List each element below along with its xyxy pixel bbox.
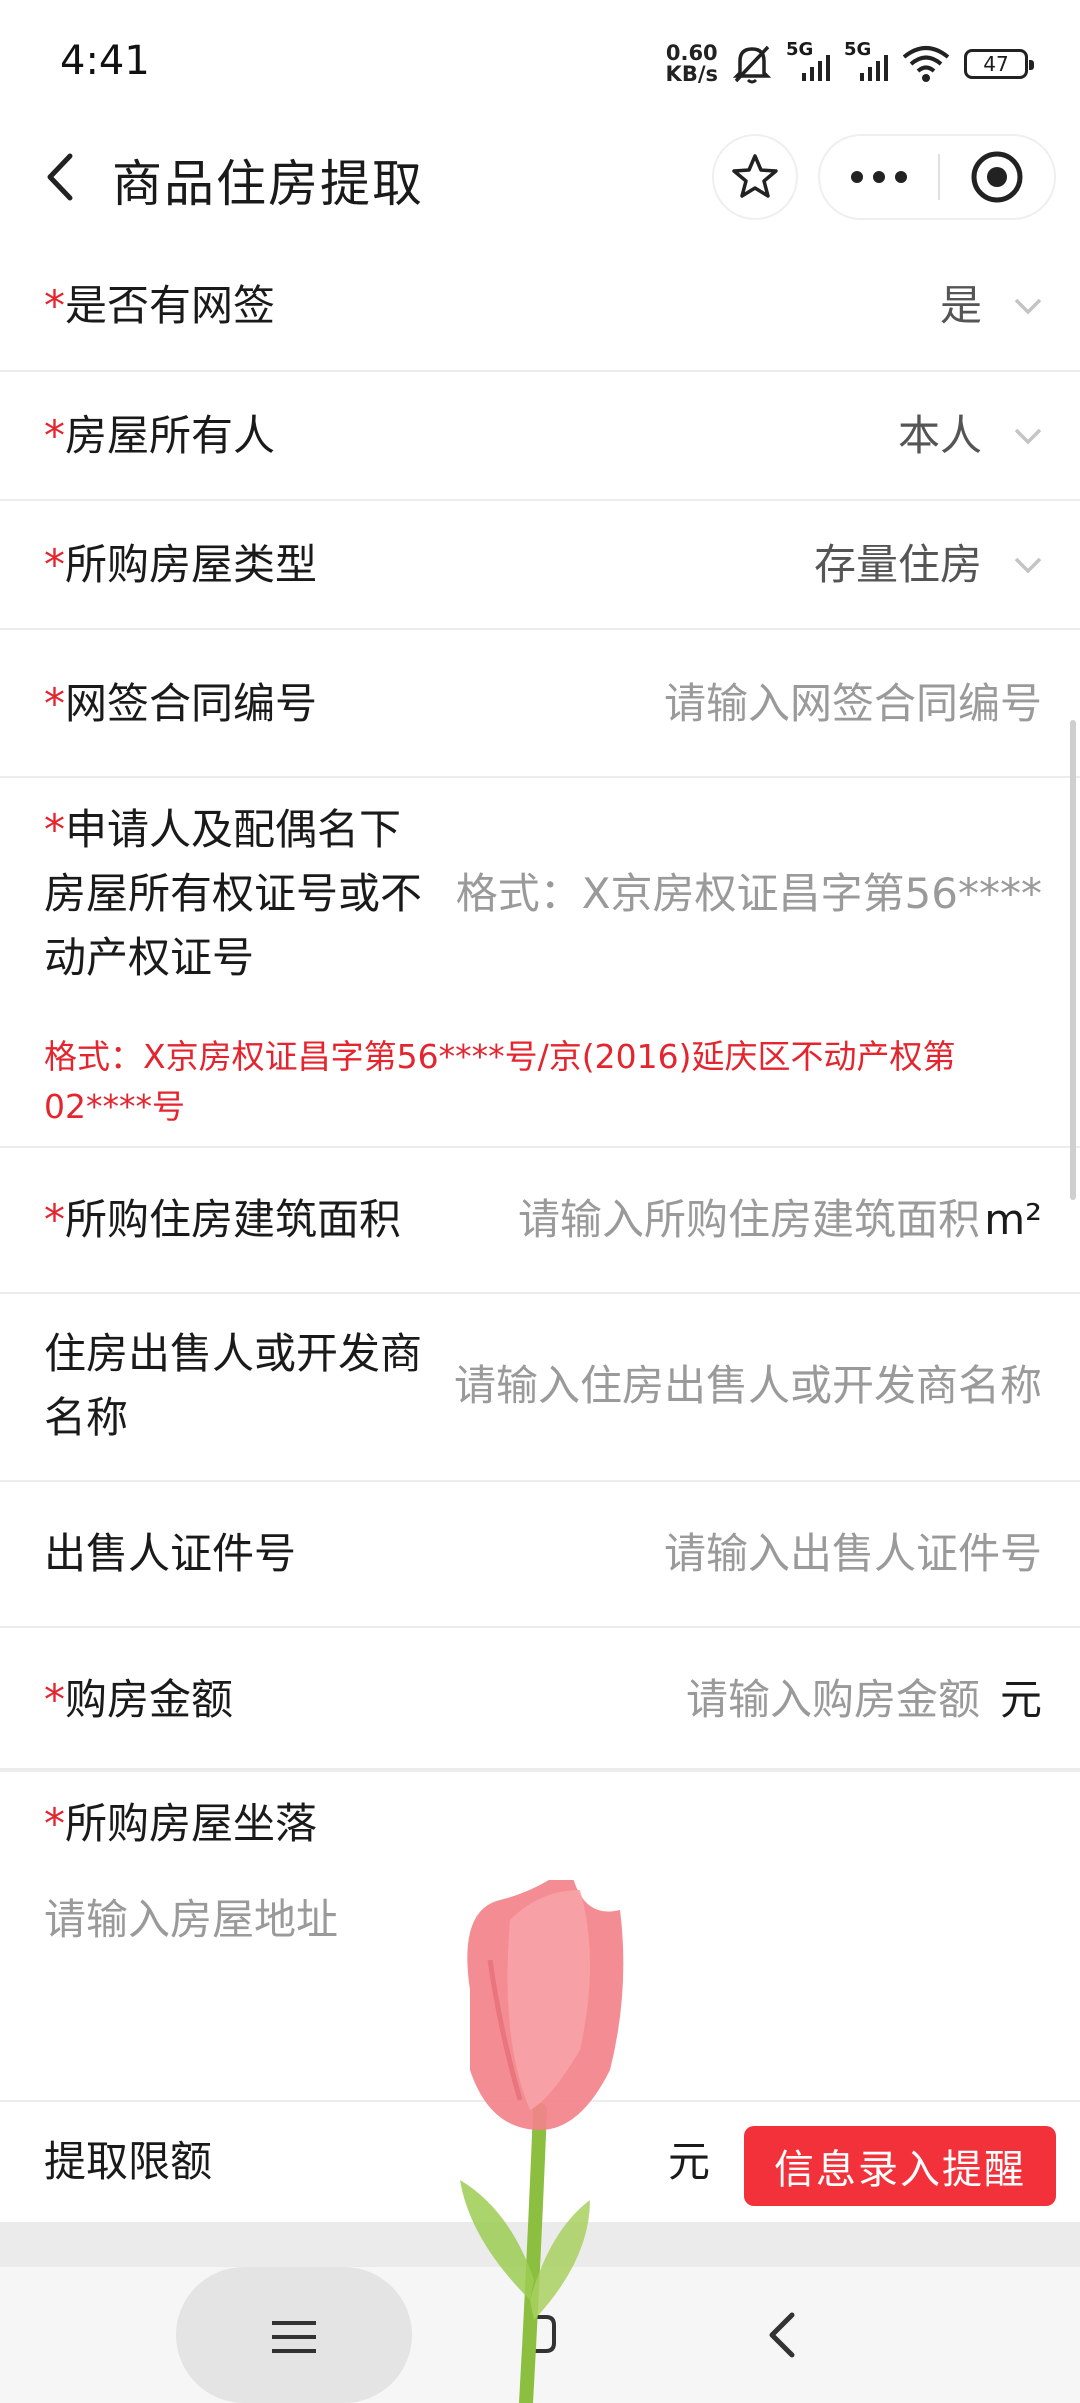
area-label-text: 所购住房建筑面积 <box>65 1195 402 1244</box>
area-unit: m² <box>984 1195 1042 1244</box>
house-type-row[interactable]: *所购房屋类型 存量住房 <box>0 501 1080 630</box>
required-mark: * <box>44 805 65 854</box>
address-label: *所购房屋坐落 <box>44 1792 317 1856</box>
amount-unit: 元 <box>999 1675 1042 1724</box>
contract-no-label-text: 网签合同编号 <box>65 679 318 728</box>
area-input[interactable]: 请输入所购住房建筑面积 <box>518 1188 980 1252</box>
property-cert-label-line1: 申请人及配偶名下 <box>65 805 402 854</box>
star-icon <box>732 154 778 198</box>
back-nav-icon[interactable] <box>762 2309 802 2361</box>
wifi-icon <box>902 46 950 82</box>
scrollbar[interactable] <box>1070 720 1076 1200</box>
property-cert-format-hint: 格式：X京房权证昌字第56****号/京(2016)延庆区不动产权第02****… <box>44 1037 956 1126</box>
house-type-label-text: 所购房屋类型 <box>65 540 318 589</box>
required-mark: * <box>44 540 65 589</box>
favorite-button[interactable] <box>712 134 798 220</box>
property-cert-row: *申请人及配偶名下 房屋所有权证号或不 动产权证号 格式：X京房权证昌字第56*… <box>0 778 1080 1148</box>
page-title: 商品住房提取 <box>112 155 424 213</box>
menu-button[interactable] <box>176 2267 412 2403</box>
status-time: 4:41 <box>60 38 150 84</box>
property-cert-label: *申请人及配偶名下 房屋所有权证号或不 动产权证号 <box>44 798 422 990</box>
required-mark: * <box>44 1799 65 1848</box>
contract-no-input[interactable]: 请输入网签合同编号 <box>664 672 1042 736</box>
system-nav-bar <box>0 2267 1080 2403</box>
address-label-text: 所购房屋坐落 <box>65 1799 318 1848</box>
property-cert-label-line2: 房屋所有权证号或不 <box>44 869 423 918</box>
owner-row[interactable]: *房屋所有人 本人 <box>0 372 1080 501</box>
amount-label: *购房金额 <box>44 1668 233 1732</box>
signal-1-tag: 5G <box>786 39 814 60</box>
close-mini-program-button[interactable] <box>940 136 1054 218</box>
online-sign-value[interactable]: 是 <box>940 274 982 338</box>
back-icon[interactable] <box>28 142 98 212</box>
target-icon <box>971 151 1023 203</box>
signal-icon: 5G <box>844 39 888 81</box>
seller-label: 住房出售人或开发商 名称 <box>44 1322 422 1450</box>
seller-input[interactable]: 请输入住房出售人或开发商名称 <box>454 1354 1042 1418</box>
chevron-down-icon <box>1014 557 1042 574</box>
area-label: *所购住房建筑面积 <box>44 1188 401 1252</box>
chevron-down-icon <box>1014 298 1042 315</box>
signal-2-tag: 5G <box>844 39 872 60</box>
home-icon[interactable] <box>520 2309 560 2359</box>
seller-id-input[interactable]: 请输入出售人证件号 <box>664 1522 1042 1586</box>
status-bar: 4:41 0.60 KB/s 5G 5G 47 <box>0 0 1080 120</box>
required-mark: * <box>44 1675 65 1724</box>
battery-icon: 47 <box>964 49 1034 79</box>
required-mark: * <box>44 281 65 330</box>
signal-icon: 5G <box>786 39 830 81</box>
mini-program-capsule <box>818 134 1056 220</box>
owner-label-text: 房屋所有人 <box>65 411 276 460</box>
property-cert-input[interactable]: 格式：X京房权证昌字第56**** <box>456 862 1042 926</box>
property-cert-label-line3: 动产权证号 <box>44 933 255 982</box>
address-input[interactable]: 请输入房屋地址 <box>44 1888 338 1952</box>
house-type-value[interactable]: 存量住房 <box>814 533 982 597</box>
seller-label-line1: 住房出售人或开发商 <box>44 1329 423 1378</box>
chevron-down-icon <box>1014 428 1042 445</box>
area-row: *所购住房建筑面积 请输入所购住房建筑面积 m² <box>0 1148 1080 1294</box>
required-mark: * <box>44 1195 65 1244</box>
address-row: *所购房屋坐落 请输入房屋地址 <box>0 1772 1080 2090</box>
more-button[interactable] <box>820 136 938 218</box>
online-sign-label-text: 是否有网签 <box>65 281 276 330</box>
house-type-label: *所购房屋类型 <box>44 533 317 597</box>
footer-divider-band <box>0 2222 1080 2267</box>
contract-no-label: *网签合同编号 <box>44 672 317 736</box>
owner-label: *房屋所有人 <box>44 404 275 468</box>
amount-label-text: 购房金额 <box>65 1675 234 1724</box>
info-entry-reminder-button[interactable]: 信息录入提醒 <box>744 2126 1056 2206</box>
seller-id-row: 出售人证件号 请输入出售人证件号 <box>0 1482 1080 1628</box>
app-header: 商品住房提取 <box>0 120 1080 240</box>
quota-row: 提取限额 元 信息录入提醒 <box>0 2100 1080 2222</box>
amount-input[interactable]: 请输入购房金额 <box>686 1668 980 1732</box>
online-sign-row[interactable]: *是否有网签 是 <box>0 240 1080 372</box>
contract-no-row: *网签合同编号 请输入网签合同编号 <box>0 630 1080 778</box>
quota-label: 提取限额 <box>44 2137 213 2186</box>
required-mark: * <box>44 411 65 460</box>
seller-label-line2: 名称 <box>44 1393 129 1442</box>
seller-row: 住房出售人或开发商 名称 请输入住房出售人或开发商名称 <box>0 1294 1080 1482</box>
bell-muted-icon <box>732 45 772 84</box>
net-speed: 0.60 KB/s <box>666 43 718 85</box>
seller-id-label: 出售人证件号 <box>44 1529 297 1578</box>
withdrawal-form: *是否有网签 是 *房屋所有人 本人 *所购房屋类型 存量住房 *网签合同编号 … <box>0 240 1080 2090</box>
menu-icon <box>272 2321 316 2353</box>
required-mark: * <box>44 679 65 728</box>
status-icons: 0.60 KB/s 5G 5G 47 <box>666 38 1034 90</box>
more-icon <box>851 171 907 183</box>
net-speed-unit: KB/s <box>665 62 718 86</box>
amount-row: *购房金额 请输入购房金额 元 <box>0 1628 1080 1772</box>
online-sign-label: *是否有网签 <box>44 274 275 338</box>
owner-value[interactable]: 本人 <box>898 404 982 468</box>
net-speed-value: 0.60 <box>665 41 718 65</box>
quota-unit: 元 <box>667 2137 710 2186</box>
